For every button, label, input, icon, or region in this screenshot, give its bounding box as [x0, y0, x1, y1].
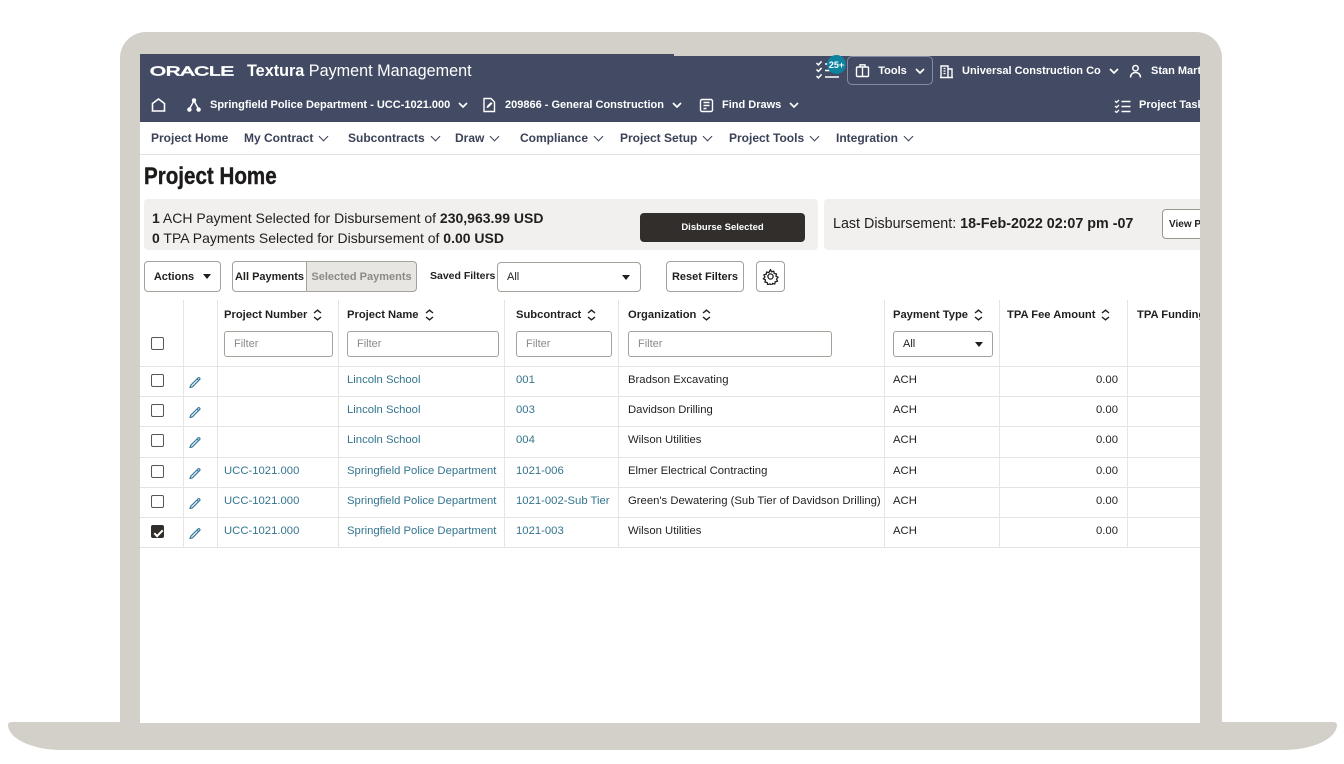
svg-text:25+: 25+	[829, 60, 844, 70]
svg-text:ORACLE: ORACLE	[150, 64, 234, 78]
